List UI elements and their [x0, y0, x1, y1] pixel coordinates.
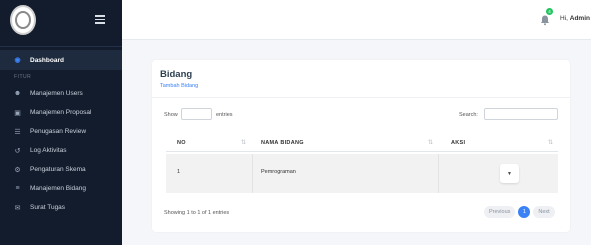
- table-info: Showing 1 to 1 of 1 entries: [164, 210, 230, 216]
- sidebar: ◉ Dashboard FITUR ☻ Manajemen Users ▣ Ma…: [0, 0, 122, 245]
- notification-badge: 4: [546, 8, 553, 15]
- sidebar-item-label: Manajemen Proposal: [30, 109, 92, 116]
- dashboard-icon: ◉: [14, 57, 21, 64]
- previous-button[interactable]: Previous: [484, 206, 516, 218]
- topbar: 4 Hi, Admin: [122, 0, 591, 40]
- action-dropdown-button[interactable]: ▼: [500, 164, 519, 183]
- column-header-aksi[interactable]: AKSI: [451, 140, 465, 146]
- user-name: Admin: [569, 15, 590, 22]
- search-input[interactable]: [484, 108, 558, 120]
- table-header: NO ⇅ NAMA BIDANG ⇅ AKSI ⇅: [166, 134, 558, 152]
- user-greeting[interactable]: Hi, Admin: [560, 15, 590, 22]
- logo: [10, 5, 36, 35]
- entries-select[interactable]: [181, 108, 212, 120]
- bell-icon[interactable]: [539, 14, 551, 26]
- sidebar-item-manajemen-proposal[interactable]: ▣ Manajemen Proposal: [0, 103, 122, 122]
- sidebar-item-label: Penugasan Review: [30, 128, 87, 135]
- sidebar-item-dashboard[interactable]: ◉ Dashboard: [0, 50, 122, 70]
- sidebar-item-label: Manajemen Users: [30, 90, 83, 97]
- list-icon: ☰: [14, 128, 21, 136]
- sidebar-item-label: Dashboard: [30, 56, 64, 64]
- card-divider: [152, 97, 570, 98]
- cogs-icon: ⚙: [14, 166, 21, 174]
- sidebar-item-label: Pengaturan Skema: [30, 166, 86, 173]
- cell-nama-bidang: Pemrograman: [261, 169, 296, 175]
- sidebar-item-manajemen-bidang[interactable]: ≡ Manajemen Bidang: [0, 179, 122, 198]
- history-icon: ↺: [14, 147, 21, 155]
- page-title: Bidang: [160, 69, 193, 80]
- next-button[interactable]: Next: [533, 206, 555, 218]
- entries-label: entries: [216, 112, 233, 118]
- search-label: Search:: [459, 112, 478, 118]
- column-divider: [252, 154, 253, 193]
- sort-icon[interactable]: ⇅: [428, 139, 433, 146]
- column-header-nama-bidang[interactable]: NAMA BIDANG: [261, 140, 304, 146]
- column-divider: [438, 154, 439, 193]
- column-header-no[interactable]: NO: [177, 140, 186, 146]
- sidebar-item-log-aktivitas[interactable]: ↺ Log Aktivitas: [0, 141, 122, 160]
- layers-icon: ≡: [15, 185, 20, 192]
- sidebar-item-pengaturan-skema[interactable]: ⚙ Pengaturan Skema: [0, 160, 122, 179]
- mail-icon: ✉: [14, 204, 21, 212]
- sidebar-item-penugasan-review[interactable]: ☰ Penugasan Review: [0, 122, 122, 141]
- users-icon: ☻: [13, 90, 22, 97]
- sidebar-item-label: Manajemen Bidang: [30, 185, 87, 192]
- show-label: Show: [164, 112, 178, 118]
- sidebar-item-label: Log Aktivitas: [30, 147, 67, 154]
- caret-down-icon: ▼: [507, 170, 512, 177]
- greeting-text: Hi,: [560, 15, 568, 22]
- sort-icon[interactable]: ⇅: [548, 139, 553, 146]
- page-1-button[interactable]: 1: [518, 206, 531, 218]
- sidebar-section-label: FITUR: [14, 74, 32, 80]
- table-row: 1 Pemrograman ▼: [166, 154, 558, 193]
- menu-toggle-icon[interactable]: [95, 15, 105, 24]
- sort-icon[interactable]: ⇅: [241, 139, 246, 146]
- bidang-card: Bidang Tambah Bidang Show entries Search…: [152, 60, 570, 232]
- folder-icon: ▣: [14, 109, 21, 117]
- pagination: Previous 1 Next: [484, 205, 558, 219]
- sidebar-item-label: Surat Tugas: [30, 204, 66, 211]
- add-bidang-link[interactable]: Tambah Bidang: [160, 83, 198, 89]
- sidebar-item-manajemen-users[interactable]: ☻ Manajemen Users: [0, 84, 122, 103]
- cell-no: 1: [177, 169, 181, 175]
- sidebar-item-surat-tugas[interactable]: ✉ Surat Tugas: [0, 198, 122, 217]
- sidebar-divider: [0, 46, 122, 47]
